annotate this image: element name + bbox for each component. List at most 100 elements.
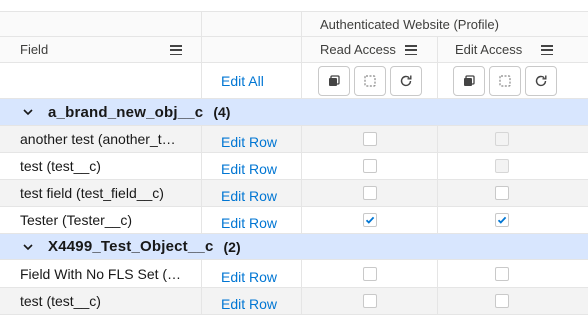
profile-column-header: Authenticated Website (Profile): [301, 12, 588, 36]
toolbar-row: Edit All: [0, 63, 588, 99]
checkmark-icon: [365, 216, 374, 224]
edit-row-cell: Edit Row: [201, 180, 301, 206]
edit-row-link[interactable]: Edit Row: [221, 209, 277, 231]
read-access-checkbox[interactable]: [362, 132, 377, 146]
field-name: test field (test_field__c): [20, 185, 164, 201]
reset-icon: [400, 75, 412, 86]
clear-selection-icon: [499, 74, 511, 87]
profile-label: Authenticated Website (Profile): [320, 16, 499, 32]
read-access-checkbox[interactable]: [362, 159, 377, 173]
edit-row-link[interactable]: Edit Row: [221, 290, 277, 312]
edit-row-link[interactable]: Edit Row: [221, 155, 277, 177]
edit-copy-button[interactable]: [453, 65, 485, 96]
edit-access-checkbox[interactable]: [494, 213, 509, 227]
read-access-checkbox[interactable]: [362, 294, 377, 308]
edit-column-header: [201, 37, 301, 62]
copy-icon: [464, 74, 475, 86]
group-header-cell[interactable]: a_brand_new_obj__c (4): [0, 99, 588, 125]
edit-access-menu-icon[interactable]: [541, 45, 553, 55]
header-row-profile: Authenticated Website (Profile): [0, 12, 588, 37]
edit-access-checkbox[interactable]: [494, 266, 509, 281]
read-access-cell: [301, 126, 437, 152]
read-clear-button[interactable]: [354, 65, 386, 96]
edit-reset-button[interactable]: [525, 65, 557, 96]
table-row: test (test__c) Edit Row: [0, 288, 588, 315]
read-access-label: Read Access: [320, 42, 396, 57]
group-count: (2): [223, 238, 241, 255]
edit-access-tools: [437, 63, 588, 98]
read-access-checkbox[interactable]: [362, 213, 377, 227]
edit-access-cell: [437, 126, 565, 152]
top-border: [0, 0, 588, 12]
reset-icon: [535, 75, 547, 86]
read-access-cell: [301, 153, 437, 179]
edit-clear-button[interactable]: [489, 65, 521, 96]
table-row: another test (another_t… Edit Row: [0, 126, 588, 153]
edit-access-cell: [437, 153, 565, 179]
edit-row-link[interactable]: Edit Row: [221, 263, 277, 285]
edit-row-link[interactable]: Edit Row: [221, 128, 277, 150]
field-name-cell: Field With No FLS Set (…: [0, 260, 201, 287]
field-name-cell: test (test__c): [0, 288, 201, 314]
edit-all-link[interactable]: Edit All: [221, 73, 264, 89]
edit-row-cell: Edit Row: [201, 153, 301, 179]
field-name: test (test__c): [20, 293, 101, 309]
read-access-cell: [301, 260, 437, 287]
field-name: Tester (Tester__c): [20, 212, 133, 228]
edit-access-cell: [437, 180, 565, 206]
edit-access-checkbox[interactable]: [494, 159, 509, 173]
edit-access-cell: [437, 207, 565, 233]
table-row: Field With No FLS Set (… Edit Row: [0, 260, 588, 288]
edit-row-link[interactable]: Edit Row: [221, 182, 277, 204]
edit-access-column-header[interactable]: Edit Access: [437, 37, 588, 62]
chevron-down-icon[interactable]: [22, 106, 34, 118]
field-column-menu-icon[interactable]: [170, 45, 182, 55]
edit-row-cell: Edit Row: [201, 288, 301, 314]
edit-access-checkbox[interactable]: [494, 132, 509, 146]
group-name: a_brand_new_obj__c: [48, 103, 204, 121]
checkmark-icon: [497, 216, 506, 224]
read-access-menu-icon[interactable]: [405, 45, 417, 55]
edit-row-cell: Edit Row: [201, 260, 301, 287]
table-row: test (test__c) Edit Row: [0, 153, 588, 180]
table-row: test field (test_field__c) Edit Row: [0, 180, 588, 207]
read-access-checkbox[interactable]: [362, 266, 377, 281]
field-name: another test (another_t…: [20, 131, 176, 147]
edit-all-cell: Edit All: [201, 63, 301, 98]
read-access-cell: [301, 180, 437, 206]
read-copy-button[interactable]: [318, 65, 350, 96]
group-count: (4): [213, 104, 231, 120]
edit-row-cell: Edit Row: [201, 207, 301, 233]
group-row[interactable]: X4499_Test_Object__c (2): [0, 234, 588, 260]
read-access-cell: [301, 207, 437, 233]
table-row: Tester (Tester__c) Edit Row: [0, 207, 588, 234]
edit-access-checkbox[interactable]: [494, 294, 509, 308]
field-column-header[interactable]: Field: [0, 37, 201, 62]
edit-access-label: Edit Access: [455, 42, 523, 57]
field-column-label: Field: [20, 42, 49, 57]
group-header-cell[interactable]: X4499_Test_Object__c (2): [0, 234, 588, 259]
copy-icon: [329, 74, 340, 86]
group-name: X4499_Test_Object__c: [48, 238, 214, 255]
edit-access-cell: [437, 288, 565, 314]
chevron-down-icon[interactable]: [22, 241, 34, 253]
field-name-cell: test field (test_field__c): [0, 180, 201, 206]
read-access-cell: [301, 288, 437, 314]
group-row[interactable]: a_brand_new_obj__c (4): [0, 99, 588, 126]
field-name: test (test__c): [20, 158, 101, 174]
read-access-tools: [301, 63, 437, 98]
header-row-columns: Field Read Access Edit Access: [0, 37, 588, 63]
header-edit-spacer: [201, 12, 301, 36]
read-reset-button[interactable]: [390, 65, 422, 96]
header-field-spacer: [0, 12, 201, 36]
edit-access-checkbox[interactable]: [494, 186, 509, 200]
edit-access-cell: [437, 260, 565, 287]
edit-row-cell: Edit Row: [201, 126, 301, 152]
field-name: Field With No FLS Set (…: [20, 265, 182, 282]
read-access-checkbox[interactable]: [362, 186, 377, 200]
clear-selection-icon: [364, 74, 376, 87]
field-name-cell: another test (another_t…: [0, 126, 201, 152]
toolbar-field-spacer: [0, 63, 201, 98]
field-name-cell: test (test__c): [0, 153, 201, 179]
read-access-column-header[interactable]: Read Access: [301, 37, 437, 62]
